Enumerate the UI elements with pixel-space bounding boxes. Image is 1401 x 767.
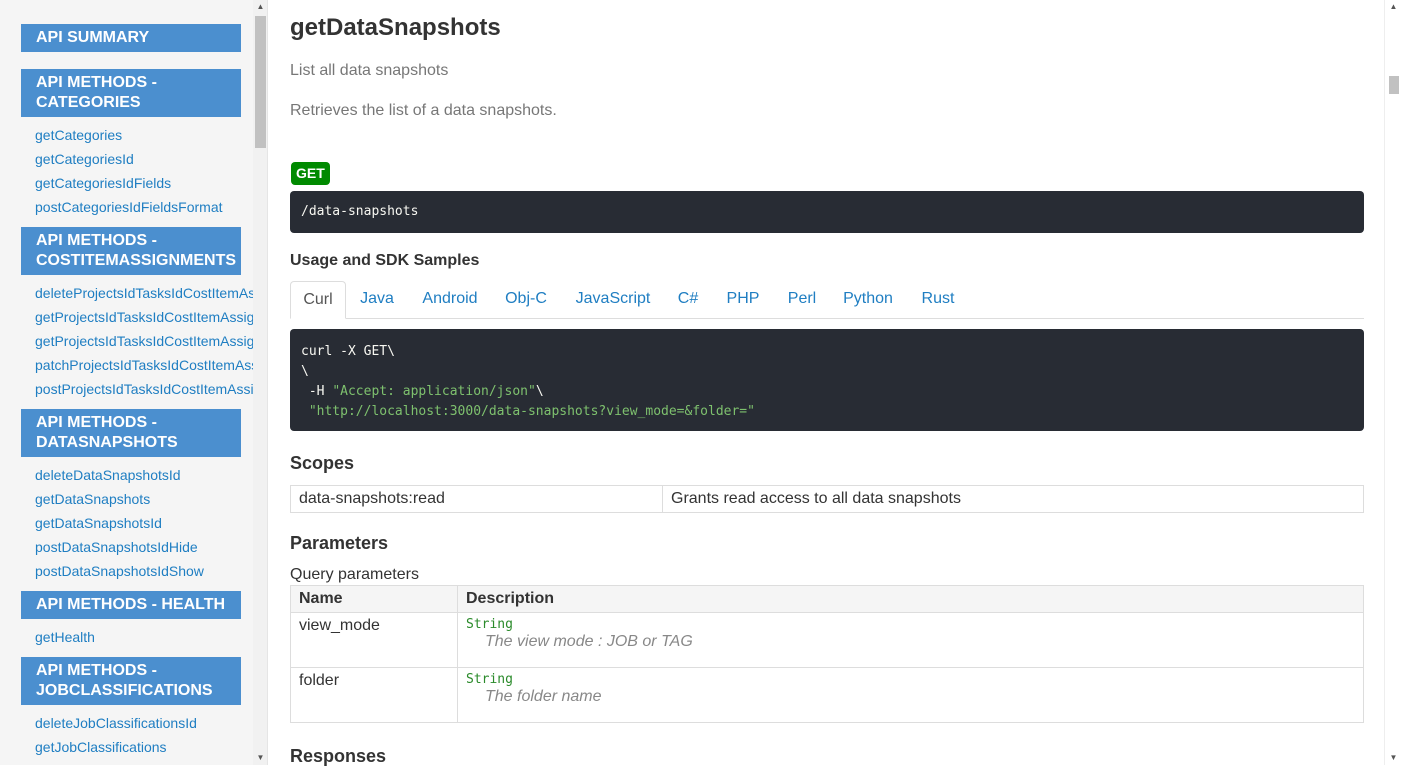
scroll-down-icon[interactable]: ▼ bbox=[1386, 751, 1401, 765]
nav-section-header[interactable]: API SUMMARY bbox=[21, 24, 241, 52]
table-header-row: Name Description bbox=[290, 585, 1364, 613]
nav-link[interactable]: getJobClassifications bbox=[35, 735, 253, 759]
nav-link[interactable]: getDataSnapshots bbox=[35, 487, 253, 511]
sidebar-nav: API SUMMARY API METHODS - CATEGORIES getCa… bbox=[21, 24, 253, 765]
tab-java[interactable]: Java bbox=[353, 281, 401, 319]
nav-section-header[interactable]: API METHODS - CATEGORIES bbox=[21, 69, 241, 117]
code-line: \ bbox=[301, 364, 309, 379]
nav-section-items bbox=[21, 52, 253, 69]
nav-link[interactable]: deleteJobClassificationsId bbox=[35, 711, 253, 735]
nav-link[interactable]: deleteProjectsIdTasksIdCostItemAssignmen… bbox=[35, 281, 253, 305]
column-header-description: Description bbox=[457, 585, 1364, 613]
param-details: String The view mode : JOB or TAG bbox=[457, 612, 1364, 668]
tab-perl[interactable]: Perl bbox=[781, 281, 823, 319]
method-summary: List all data snapshots bbox=[290, 62, 449, 79]
table-row: folder String The folder name bbox=[290, 667, 1364, 723]
nav-section-header[interactable]: API METHODS - HEALTH bbox=[21, 591, 241, 619]
param-type: String bbox=[466, 672, 513, 687]
column-header-name: Name bbox=[290, 585, 458, 613]
scope-description: Grants read access to all data snapshots bbox=[662, 485, 1364, 513]
tab-android[interactable]: Android bbox=[414, 281, 486, 319]
param-name: folder bbox=[290, 667, 458, 723]
param-name: view_mode bbox=[290, 612, 458, 668]
tab-python[interactable]: Python bbox=[836, 281, 900, 319]
nav-section-header[interactable]: API METHODS - COSTITEMASSIGNMENTS bbox=[21, 227, 241, 275]
code-string: "Accept: application/json" bbox=[332, 384, 536, 399]
sdk-tabs: Curl Java Android Obj-C JavaScript C# PH… bbox=[290, 281, 1364, 319]
main-scrollbar[interactable]: ▲ ▼ bbox=[1384, 0, 1401, 765]
scope-name: data-snapshots:read bbox=[290, 485, 663, 513]
tab-javascript[interactable]: JavaScript bbox=[568, 281, 658, 319]
parameters-table: Name Description view_mode String The vi… bbox=[290, 585, 1364, 723]
usage-heading: Usage and SDK Samples bbox=[290, 252, 480, 269]
nav-link[interactable]: postDataSnapshotsIdShow bbox=[35, 559, 253, 583]
code-line-part: \ bbox=[535, 384, 544, 399]
scroll-down-icon[interactable]: ▼ bbox=[253, 751, 267, 765]
nav-section-header[interactable]: API METHODS - JOBCLASSIFICATIONS bbox=[21, 657, 241, 705]
sidebar: API SUMMARY API METHODS - CATEGORIES getCa… bbox=[0, 0, 268, 765]
nav-link[interactable]: postProjectsIdTasksIdCostItemAssignments bbox=[35, 377, 253, 401]
nav-section-items: deleteDataSnapshotsId getDataSnapshots get… bbox=[21, 457, 253, 591]
scopes-table: data-snapshots:read Grants read access t… bbox=[290, 485, 1364, 513]
param-details: String The folder name bbox=[457, 667, 1364, 723]
nav-section-items: getCategories getCategoriesId getCategorie… bbox=[21, 117, 253, 227]
method-description: Retrieves the list of a data snapshots. bbox=[290, 102, 557, 119]
table-row: view_mode String The view mode : JOB or … bbox=[290, 612, 1364, 668]
query-parameters-label: Query parameters bbox=[290, 566, 419, 583]
page-title: getDataSnapshots bbox=[290, 14, 501, 41]
param-description: The folder name bbox=[485, 688, 602, 705]
nav-section-header[interactable]: API METHODS - DATASNAPSHOTS bbox=[21, 409, 241, 457]
scroll-up-icon[interactable]: ▲ bbox=[1386, 0, 1401, 14]
nav-link[interactable]: getProjectsIdTasksIdCostItemAssignmentsI… bbox=[35, 329, 253, 353]
sidebar-scrollbar[interactable]: ▲ ▼ bbox=[253, 0, 267, 765]
http-method-badge: GET bbox=[291, 162, 330, 185]
tab-rust[interactable]: Rust bbox=[914, 281, 962, 319]
code-string: "http://localhost:3000/data-snapshots?vi… bbox=[308, 404, 755, 419]
param-description: The view mode : JOB or TAG bbox=[485, 633, 693, 650]
main-scroll-thumb[interactable] bbox=[1389, 76, 1399, 94]
nav-link[interactable]: deleteDataSnapshotsId bbox=[35, 463, 253, 487]
endpoint-path: /data-snapshots bbox=[290, 191, 1364, 233]
table-row: data-snapshots:read Grants read access t… bbox=[290, 485, 1364, 513]
tab-csharp[interactable]: C# bbox=[671, 281, 705, 319]
nav-section-items: deleteProjectsIdTasksIdCostItemAssignmen… bbox=[21, 275, 253, 409]
scroll-up-icon[interactable]: ▲ bbox=[253, 0, 267, 14]
code-sample: curl -X GET\ \ -H "Accept: application/j… bbox=[290, 329, 1364, 431]
nav-link[interactable]: patchProjectsIdTasksIdCostItemAssignment… bbox=[35, 353, 253, 377]
tab-objc[interactable]: Obj-C bbox=[498, 281, 554, 319]
nav-section-items: deleteJobClassificationsId getJobClassifi… bbox=[21, 705, 253, 765]
nav-link[interactable]: getDataSnapshotsId bbox=[35, 511, 253, 535]
tab-curl[interactable]: Curl bbox=[290, 281, 346, 319]
code-line: curl -X GET\ bbox=[301, 344, 395, 359]
nav-section-items: getHealth bbox=[21, 619, 253, 657]
sidebar-scroll-thumb[interactable] bbox=[255, 16, 266, 148]
responses-heading: Responses bbox=[290, 746, 387, 766]
tab-php[interactable]: PHP bbox=[718, 281, 768, 319]
nav-link[interactable]: getCategoriesIdFields bbox=[35, 171, 253, 195]
param-type: String bbox=[466, 617, 513, 632]
nav-link[interactable]: postCategoriesIdFieldsFormat bbox=[35, 195, 253, 219]
nav-link[interactable]: getCategories bbox=[35, 123, 253, 147]
nav-link[interactable]: getProjectsIdTasksIdCostItemAssignments bbox=[35, 305, 253, 329]
nav-link[interactable]: getHealth bbox=[35, 625, 253, 649]
code-line-part bbox=[301, 404, 309, 419]
nav-link[interactable]: postDataSnapshotsIdHide bbox=[35, 535, 253, 559]
parameters-heading: Parameters bbox=[290, 533, 389, 553]
code-line-part: -H bbox=[301, 384, 333, 399]
scopes-heading: Scopes bbox=[290, 453, 355, 473]
nav-link[interactable]: getCategoriesId bbox=[35, 147, 253, 171]
